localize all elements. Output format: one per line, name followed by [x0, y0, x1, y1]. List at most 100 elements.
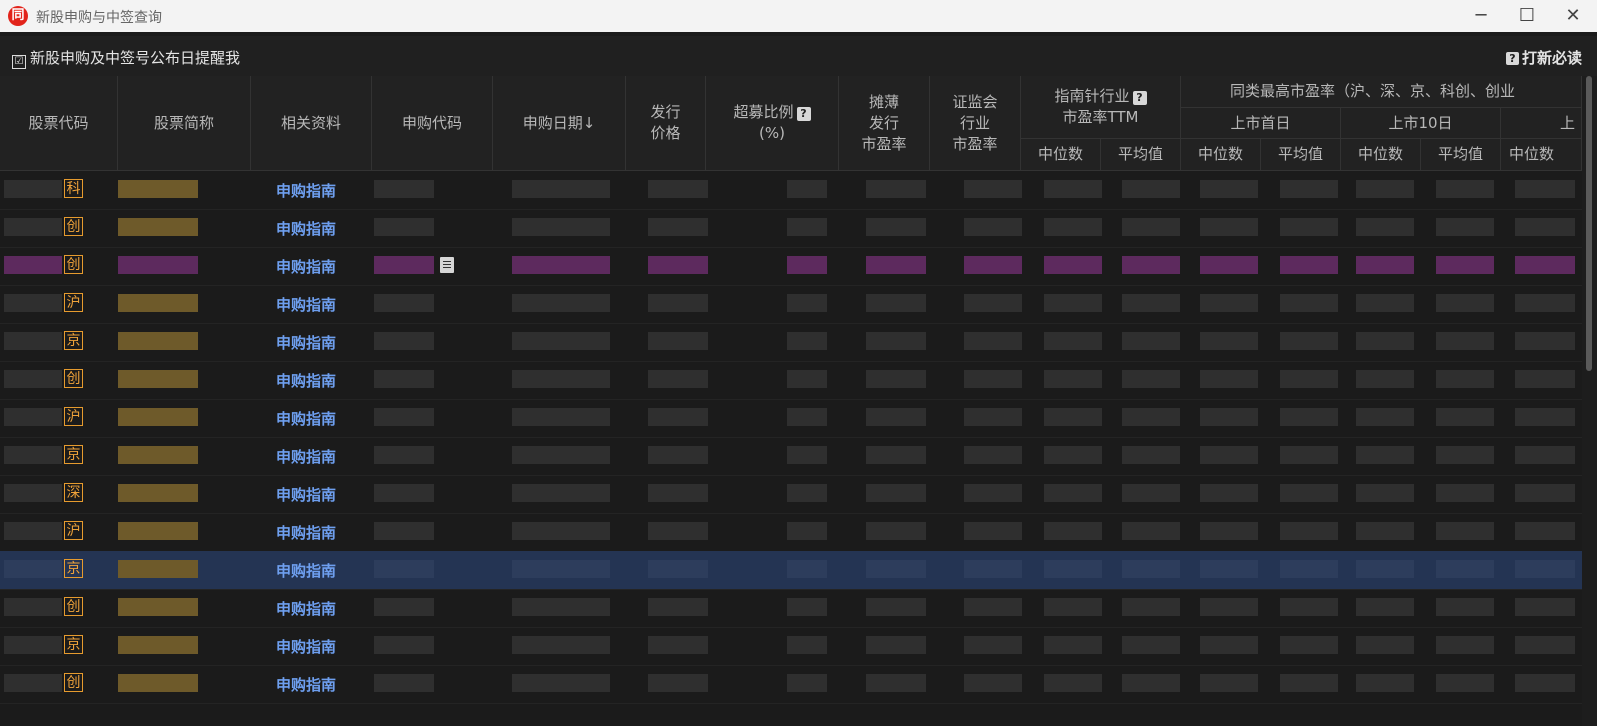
masked-cell [1515, 560, 1575, 578]
masked-cell [964, 294, 1022, 312]
col-csrc-pe[interactable]: 证监会 行业 市盈率 [930, 76, 1021, 171]
subscription-guide-link[interactable]: 申购指南 [276, 294, 336, 315]
table-row[interactable]: 深 申购指南 [0, 475, 1582, 514]
table-row[interactable]: 创 申购指南 [0, 665, 1582, 704]
masked-cell [4, 180, 62, 198]
masked-cell [118, 294, 198, 312]
col-first-median[interactable]: 中位数 [1181, 139, 1261, 171]
table-row[interactable]: 创 申购指南 [0, 209, 1582, 248]
masked-cell [1436, 446, 1494, 464]
col-over-ratio[interactable]: 超募比例? (%) [706, 76, 839, 171]
subscription-guide-link[interactable]: 申购指南 [276, 218, 336, 239]
scrollbar-thumb[interactable] [1586, 76, 1592, 371]
subscription-guide-link[interactable]: 申购指南 [276, 446, 336, 467]
masked-cell [866, 332, 926, 350]
masked-cell [1200, 598, 1258, 616]
masked-cell [374, 370, 434, 388]
document-icon[interactable] [440, 257, 454, 273]
col-first-mean[interactable]: 平均值 [1261, 139, 1341, 171]
table-row[interactable]: 沪 申购指南 [0, 285, 1582, 324]
col-stock-name[interactable]: 股票简称 [118, 76, 251, 171]
masked-cell [866, 446, 926, 464]
col-sub-code[interactable]: 申购代码 [372, 76, 493, 171]
minimize-button[interactable]: ─ [1458, 0, 1504, 32]
col-more-median[interactable]: 中位数 [1501, 139, 1582, 171]
maximize-button[interactable]: ☐ [1504, 0, 1550, 32]
masked-cell [866, 294, 926, 312]
masked-cell [1356, 636, 1414, 654]
table-row[interactable]: 创 申购指南 [0, 589, 1582, 628]
masked-cell [1515, 370, 1575, 388]
masked-cell [374, 598, 434, 616]
col-stock-code[interactable]: 股票代码 [0, 76, 118, 171]
close-button[interactable]: ✕ [1550, 0, 1596, 32]
masked-cell [648, 484, 708, 502]
subscription-guide-link[interactable]: 申购指南 [276, 674, 336, 695]
masked-cell [512, 332, 610, 350]
col-diluted-pe[interactable]: 摊薄 发行 市盈率 [839, 76, 930, 171]
subscription-guide-link[interactable]: 申购指南 [276, 522, 336, 543]
table-row[interactable]: 京 申购指南 [0, 551, 1582, 590]
table-row[interactable]: 创 申购指南 [0, 361, 1582, 400]
masked-cell [1515, 636, 1575, 654]
board-badge: 京 [64, 635, 83, 654]
col-more: 上 [1501, 108, 1582, 139]
board-badge: 京 [64, 331, 83, 350]
masked-cell [787, 256, 827, 274]
table-row[interactable]: 创 申购指南 [0, 247, 1582, 286]
masked-cell [1280, 674, 1338, 692]
masked-cell [1356, 180, 1414, 198]
subscription-guide-link[interactable]: 申购指南 [276, 484, 336, 505]
masked-cell [4, 218, 62, 236]
col-industry-median[interactable]: 中位数 [1021, 139, 1101, 171]
help-icon[interactable]: ? [1132, 91, 1147, 105]
col-related[interactable]: 相关资料 [251, 76, 372, 171]
subscription-guide-link[interactable]: 申购指南 [276, 560, 336, 581]
masked-cell [787, 484, 827, 502]
subscription-guide-link[interactable]: 申购指南 [276, 636, 336, 657]
table-row[interactable]: 沪 申购指南 [0, 399, 1582, 438]
board-badge: 创 [64, 217, 83, 236]
must-read-link[interactable]: ? 打新必读 [1505, 47, 1582, 68]
subscription-guide-link[interactable]: 申购指南 [276, 370, 336, 391]
masked-cell [1122, 294, 1180, 312]
col-industry-pe[interactable]: 指南针行业? 市盈率TTM [1021, 76, 1181, 139]
masked-cell [1515, 522, 1575, 540]
masked-cell [1280, 332, 1338, 350]
help-icon[interactable]: ? [796, 107, 811, 121]
masked-cell [787, 408, 827, 426]
masked-cell [4, 674, 62, 692]
table-row[interactable]: 京 申购指南 [0, 323, 1582, 362]
col-issue-price[interactable]: 发行 价格 [626, 76, 706, 171]
masked-cell [1122, 484, 1180, 502]
masked-cell [1280, 294, 1338, 312]
col-industry-mean[interactable]: 平均值 [1101, 139, 1181, 171]
table-row[interactable]: 科 申购指南 [0, 171, 1582, 210]
col-day10-median[interactable]: 中位数 [1341, 139, 1421, 171]
masked-cell [1044, 674, 1102, 692]
table-row[interactable]: 京 申购指南 [0, 437, 1582, 476]
subscription-guide-link[interactable]: 申购指南 [276, 180, 336, 201]
remind-checkbox[interactable]: ☑ 新股申购及中签号公布日提醒我 [12, 47, 240, 69]
masked-cell [1280, 370, 1338, 388]
masked-cell [787, 522, 827, 540]
masked-cell [964, 370, 1022, 388]
checkbox-checked-icon[interactable]: ☑ [12, 55, 26, 69]
subscription-guide-link[interactable]: 申购指南 [276, 332, 336, 353]
subscription-guide-link[interactable]: 申购指南 [276, 256, 336, 277]
col-sub-date[interactable]: 申购日期↓ [493, 76, 626, 171]
subscription-guide-link[interactable]: 申购指南 [276, 598, 336, 619]
masked-cell [1515, 180, 1575, 198]
masked-cell [964, 560, 1022, 578]
table-row[interactable]: 沪 申购指南 [0, 513, 1582, 552]
masked-cell [1200, 180, 1258, 198]
board-badge: 创 [64, 255, 83, 274]
col-day10-mean[interactable]: 平均值 [1421, 139, 1501, 171]
subscription-guide-link[interactable]: 申购指南 [276, 408, 336, 429]
board-badge: 创 [64, 369, 83, 388]
masked-cell [648, 560, 708, 578]
masked-cell [787, 180, 827, 198]
table-row[interactable]: 京 申购指南 [0, 627, 1582, 666]
vertical-scrollbar[interactable] [1582, 76, 1597, 726]
masked-cell [374, 294, 434, 312]
